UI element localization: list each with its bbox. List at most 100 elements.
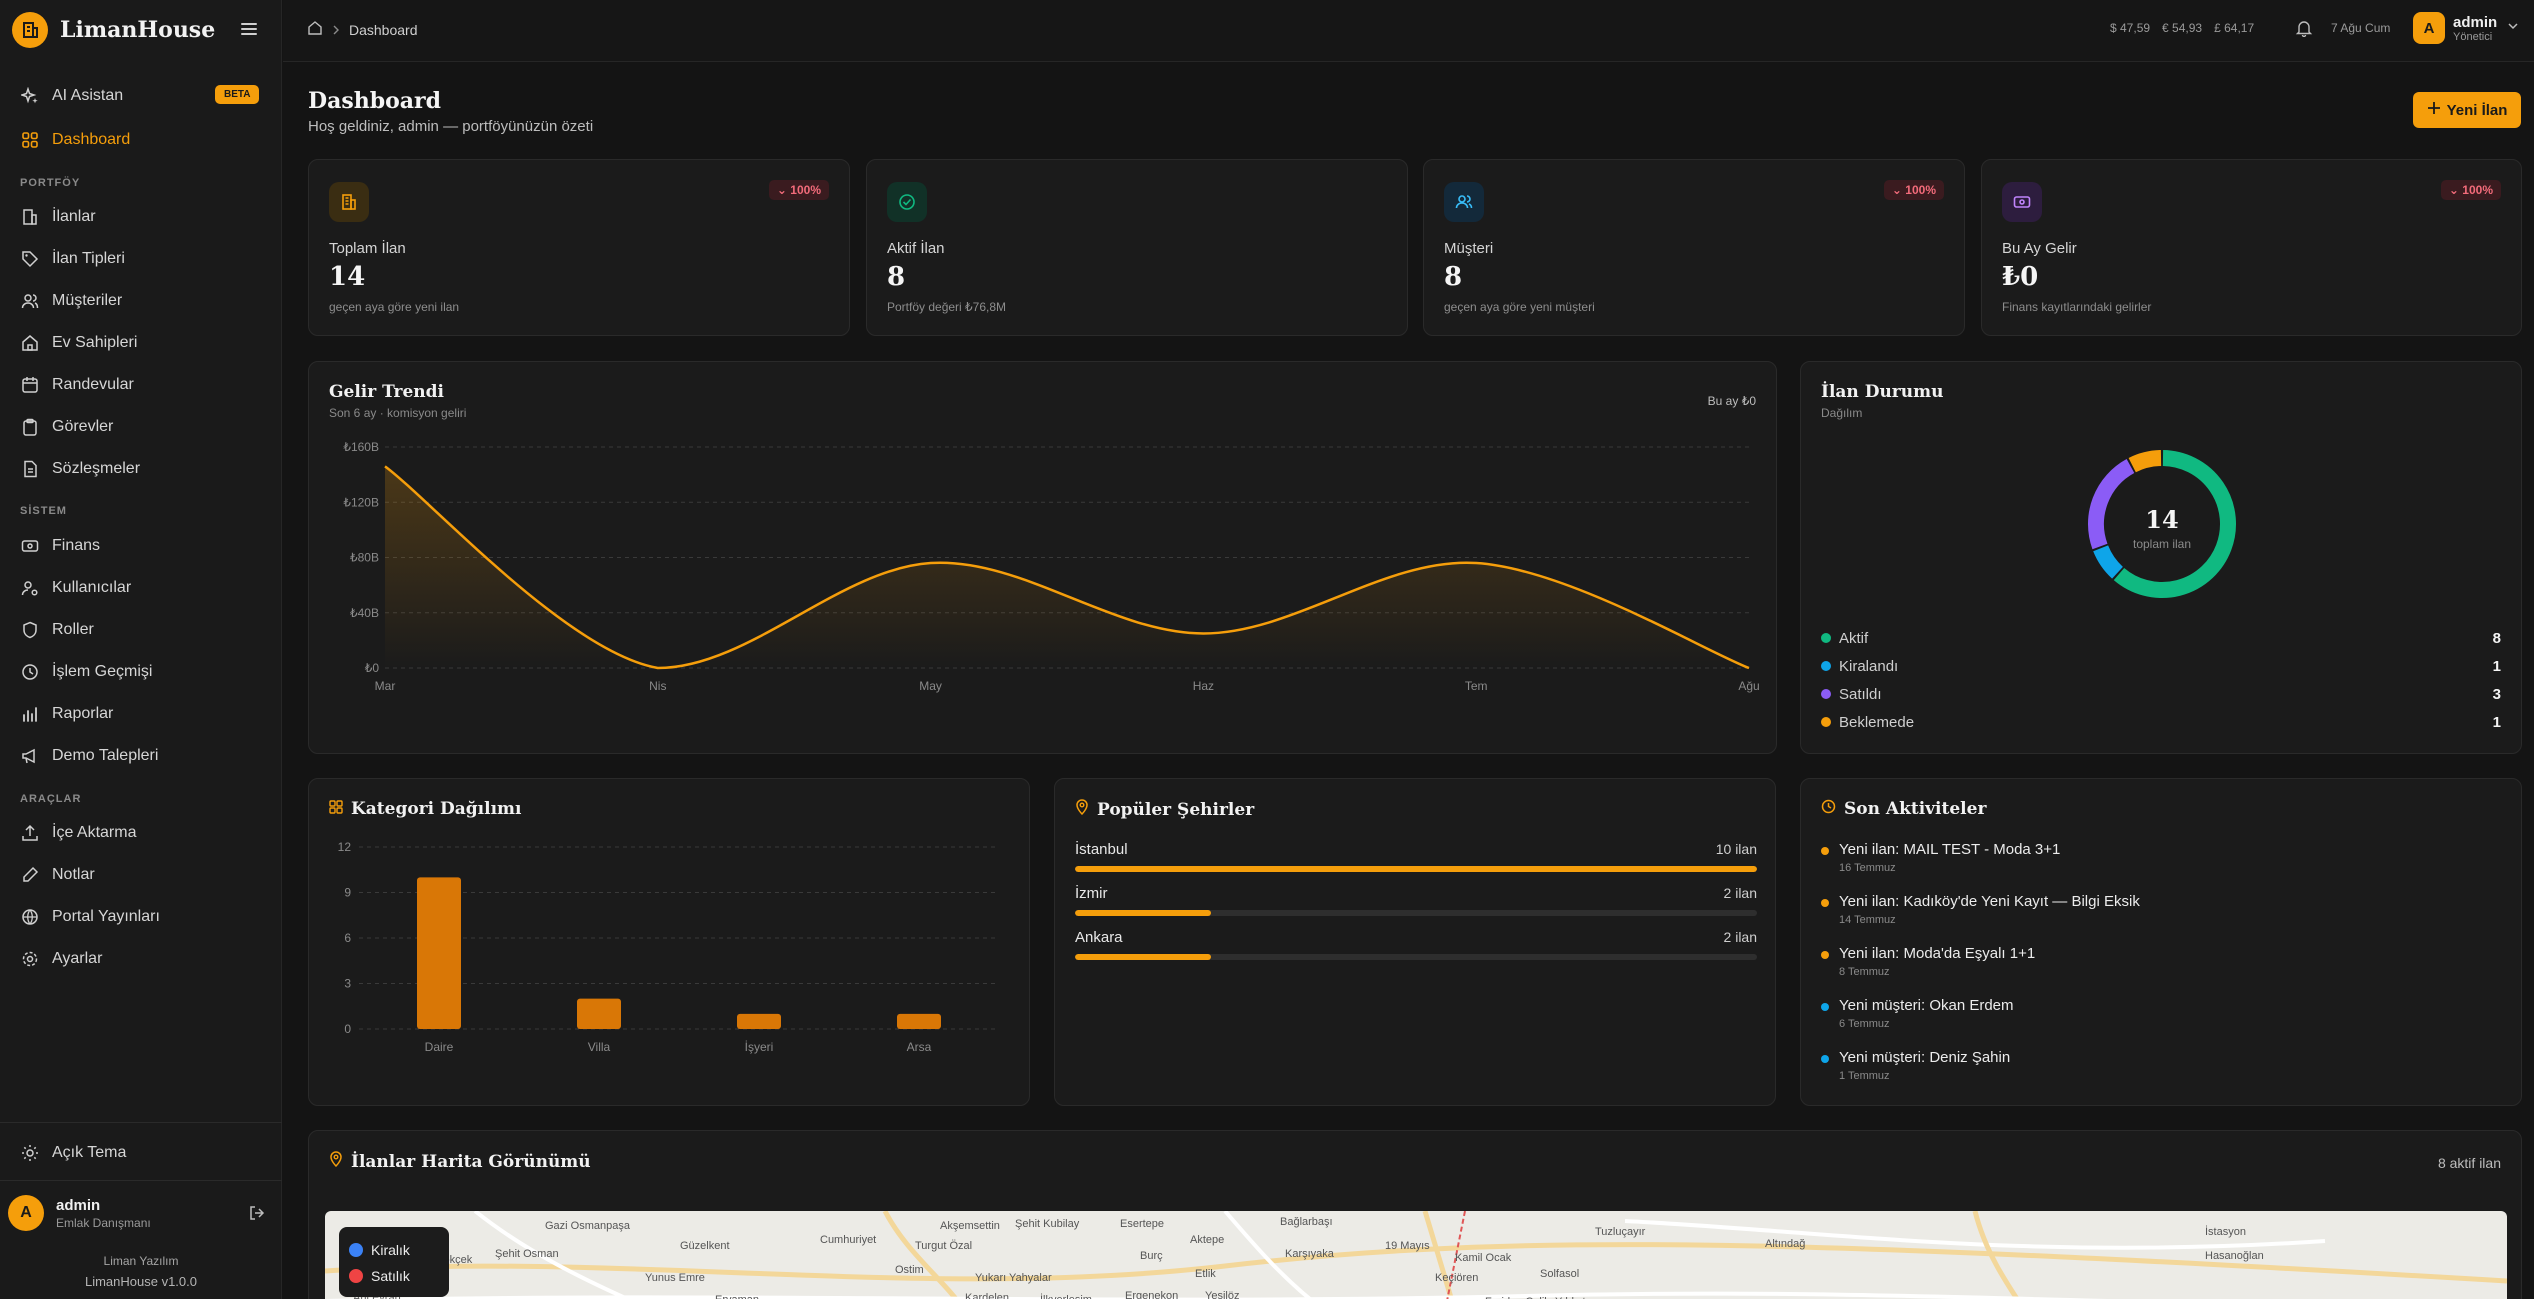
sidebar: LimanHouse AI Asistan BETA Dashboard POR… — [0, 0, 282, 1299]
users-icon — [1444, 182, 1484, 222]
activity-item[interactable]: Yeni müşteri: Deniz Şahin 1 Temmuz — [1821, 1049, 2501, 1082]
sidebar-item-raporlar[interactable]: Raporlar — [0, 697, 282, 731]
activity-item[interactable]: Yeni ilan: Kadıköy'de Yeni Kayıt — Bilgi… — [1821, 893, 2501, 926]
legend-dot — [1821, 633, 1831, 643]
megaphone-icon — [20, 746, 40, 766]
city-name: İzmir — [1075, 885, 1108, 902]
brand[interactable]: LimanHouse — [12, 12, 215, 48]
donut-slice[interactable] — [2088, 459, 2135, 550]
sidebar-item-label: Randevular — [52, 376, 134, 393]
sidebar-item-ilanlar[interactable]: İlanlar — [0, 200, 282, 234]
map-view[interactable]: Gazi Osmanpaşa Güzelkent Cumhuriyet Şehit O… — [325, 1211, 2507, 1299]
map-place-label: Kamil Ocak — [1455, 1252, 1512, 1264]
category-bar-chart: 0 3 6 9 12 Daire Villa İşyeri Arsa — [338, 840, 999, 1054]
logout-icon[interactable] — [248, 1204, 266, 1227]
map-place-label: Bağlarbaşı — [1280, 1216, 1333, 1228]
sidebar-item-finans[interactable]: Finans — [0, 529, 282, 563]
home-icon — [20, 333, 40, 353]
city-count: 10 ilan — [1715, 841, 1757, 857]
sun-icon — [20, 1143, 40, 1163]
sidebar-item-label: İlan Tipleri — [52, 250, 125, 267]
bar[interactable] — [417, 877, 461, 1029]
map-place-label: İstasyon — [2205, 1225, 2246, 1238]
bar[interactable] — [737, 1013, 781, 1029]
x-tick-label: Daire — [425, 1040, 454, 1054]
activity-date: 14 Temmuz — [1839, 914, 1896, 926]
chevron-down-icon: ⌄ — [776, 183, 791, 197]
map-legend: Kiralık Satılık — [339, 1227, 449, 1297]
theme-toggle[interactable]: Açık Tema — [0, 1136, 282, 1170]
sidebar-item-islem-gecmisi[interactable]: İşlem Geçmişi — [0, 655, 282, 689]
footer-version: LimanHouse v1.0.0 — [84, 1274, 197, 1289]
legend-label: Beklemede — [1839, 713, 1915, 731]
city-count: 2 ilan — [1723, 929, 1757, 945]
sidebar-item-ilan-tipleri[interactable]: İlan Tipleri — [0, 242, 282, 276]
new-listing-button[interactable]: Yeni İlan — [2413, 92, 2521, 128]
menu-toggle-icon[interactable] — [238, 18, 260, 40]
donut-slice[interactable] — [2128, 450, 2162, 473]
activity-item[interactable]: Yeni ilan: Moda'da Eşyalı 1+1 8 Temmuz — [1821, 945, 2501, 978]
map-place-label: Yeşilöz — [1205, 1290, 1239, 1299]
sidebar-item-ayarlar[interactable]: Ayarlar — [0, 942, 282, 976]
x-tick-label: Tem — [1465, 679, 1488, 693]
map-place-label: Kardelen — [965, 1292, 1009, 1299]
map-place-label: 19 Mayıs — [1385, 1240, 1430, 1252]
sidebar-item-label: Notlar — [52, 866, 95, 883]
city-row-istanbul[interactable]: İstanbul 10 ilan — [1075, 841, 1757, 872]
activity-text: Yeni müşteri: Okan Erdem — [1839, 997, 2014, 1014]
card-title: Son Aktiviteler — [1821, 799, 1986, 819]
map-place-label: Esertepe — [1120, 1218, 1164, 1230]
sidebar-item-label: Kullanıcılar — [52, 579, 132, 596]
banknote-icon — [2002, 182, 2042, 222]
sidebar-item-label: Finans — [52, 537, 101, 554]
bar[interactable] — [897, 1013, 941, 1029]
kpi-label: Aktif İlan — [887, 240, 945, 257]
city-row-ankara[interactable]: Ankara 2 ilan — [1075, 929, 1757, 960]
popular-cities-card: Popüler Şehirler İstanbul 10 ilan İzmir 2 … — [1054, 778, 1776, 1106]
sidebar-user[interactable]: A admin Emlak Danışmanı — [8, 1195, 151, 1231]
sidebar-item-notlar[interactable]: Notlar — [0, 858, 282, 892]
sidebar-item-dashboard[interactable]: Dashboard — [0, 123, 282, 157]
sidebar-item-ice-aktarma[interactable]: İçe Aktarma — [0, 816, 282, 850]
sidebar-item-label: Ayarlar — [52, 950, 103, 967]
sidebar-item-randevular[interactable]: Randevular — [0, 368, 282, 402]
page-subtitle: Hoş geldiniz, admin — portföyünüzün özet… — [308, 118, 594, 135]
activity-item[interactable]: Yeni müşteri: Okan Erdem 6 Temmuz — [1821, 997, 2501, 1030]
activity-date: 1 Temmuz — [1839, 1070, 1890, 1082]
legend-dot — [349, 1243, 363, 1257]
building-logo-icon — [12, 12, 48, 48]
sidebar-item-portal-yayinlari[interactable]: Portal Yayınları — [0, 900, 282, 934]
donut-total-label: toplam ilan — [2133, 537, 2191, 551]
user-menu[interactable]: A admin Yönetici — [2413, 12, 2519, 44]
category-card: Kategori Dağılımı 0 3 6 9 12 Daire Villa İşyeri… — [308, 778, 1030, 1106]
sidebar-item-musteriler[interactable]: Müşteriler — [0, 284, 282, 318]
bar[interactable] — [577, 998, 621, 1029]
bell-icon[interactable] — [2295, 19, 2313, 42]
kpi-value: ₺0 — [2002, 262, 2039, 292]
activity-item[interactable]: Yeni ilan: MAIL TEST - Moda 3+1 16 Temmu… — [1821, 841, 2501, 874]
kpi-note: Portföy değeri ₺76,8M — [887, 300, 1007, 314]
sidebar-item-label: Dashboard — [52, 131, 131, 148]
legend-item: Satıldı 3 — [1821, 684, 2501, 704]
sidebar-item-sozlesmeler[interactable]: Sözleşmeler — [0, 452, 282, 486]
pencil-icon — [20, 865, 40, 885]
sidebar-item-gorevler[interactable]: Görevler — [0, 410, 282, 444]
city-row-izmir[interactable]: İzmir 2 ilan — [1075, 885, 1757, 916]
city-count: 2 ilan — [1723, 885, 1757, 901]
donut-total: 14 — [2145, 505, 2178, 534]
sidebar-item-kullanicilar[interactable]: Kullanıcılar — [0, 571, 282, 605]
map-place-label: Karşıyaka — [1285, 1248, 1335, 1260]
recent-activities-card: Son Aktiviteler Yeni ilan: MAIL TEST - M… — [1800, 778, 2522, 1106]
calendar-icon — [20, 375, 40, 395]
city-name: Ankara — [1075, 929, 1123, 946]
activity-date: 16 Temmuz — [1839, 862, 1896, 874]
legend-dot — [1821, 661, 1831, 671]
sidebar-item-roller[interactable]: Roller — [0, 613, 282, 647]
sidebar-item-demo-talepleri[interactable]: Demo Talepleri — [0, 739, 282, 773]
donut-slice[interactable] — [2093, 545, 2124, 579]
sidebar-item-ev-sahipleri[interactable]: Ev Sahipleri — [0, 326, 282, 360]
home-icon[interactable] — [307, 20, 323, 39]
listing-status-card: İlan Durumu Dağılım 14 toplam ilan Aktif 8… — [1800, 361, 2522, 754]
new-listing-label: Yeni İlan — [2446, 101, 2508, 119]
legend-sale: Satılık — [349, 1263, 439, 1289]
